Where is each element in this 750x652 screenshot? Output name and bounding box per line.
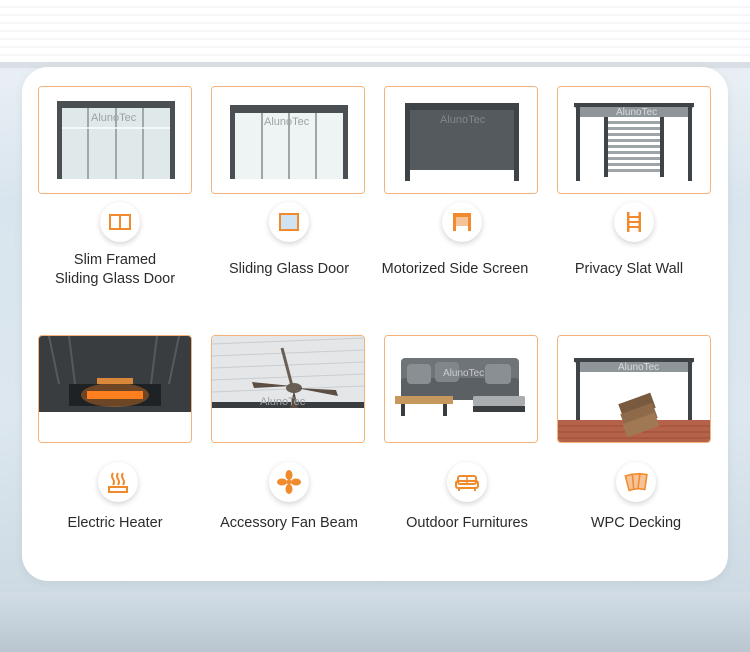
- svg-text:AlunoTec: AlunoTec: [616, 107, 657, 118]
- svg-text:AlunoTec: AlunoTec: [91, 112, 137, 124]
- product-card-slat-wall[interactable]: AlunoTec: [557, 86, 711, 194]
- label-line-1: WPC Decking: [590, 515, 682, 531]
- product-card-side-screen[interactable]: AlunoTec: [384, 86, 538, 194]
- floor-background: [0, 592, 750, 652]
- product-card-fan[interactable]: AlunoTec: [211, 335, 365, 443]
- label-line-1: Accessory Fan Beam: [220, 515, 358, 531]
- product-card-glass-door[interactable]: AlunoTec: [211, 86, 365, 194]
- label-line-1: Motorized Side Screen: [381, 261, 529, 277]
- ceiling-slats: [0, 0, 750, 62]
- slat-wall-icon: [614, 202, 654, 242]
- slim-frame-door-image: AlunoTec: [39, 87, 191, 193]
- label-fan-beam: Accessory Fan Beam: [204, 514, 374, 533]
- slim-frame-icon: [100, 202, 140, 242]
- product-card-slim-frame[interactable]: AlunoTec: [38, 86, 192, 194]
- svg-text:AlunoTec: AlunoTec: [260, 396, 306, 408]
- fan-icon: [269, 462, 309, 502]
- svg-text:AlunoTec: AlunoTec: [264, 116, 310, 128]
- product-card-decking[interactable]: AlunoTec: [557, 335, 711, 443]
- label-side-screen: Motorized Side Screen: [370, 260, 540, 279]
- wpc-decking-image: AlunoTec: [558, 336, 710, 442]
- label-line-1: Electric Heater: [67, 515, 163, 531]
- svg-text:AlunoTec: AlunoTec: [443, 368, 484, 379]
- decking-icon: [616, 462, 656, 502]
- heater-icon: [98, 462, 138, 502]
- label-decking: WPC Decking: [551, 514, 721, 533]
- label-line-2: Sliding Glass Door: [54, 271, 176, 287]
- product-card-heater[interactable]: [38, 335, 192, 443]
- side-screen-image: AlunoTec: [385, 87, 537, 193]
- product-card-furniture[interactable]: AlunoTec: [384, 335, 538, 443]
- heater-image: [39, 336, 191, 442]
- outdoor-furniture-image: AlunoTec: [385, 336, 537, 442]
- glass-door-image: AlunoTec: [212, 87, 364, 193]
- fan-beam-image: AlunoTec: [212, 336, 364, 442]
- sofa-icon: [447, 462, 487, 502]
- label-heater: Electric Heater: [30, 514, 200, 533]
- side-screen-icon: [442, 202, 482, 242]
- svg-text:AlunoTec: AlunoTec: [618, 362, 659, 373]
- label-furniture: Outdoor Furnitures: [382, 514, 552, 533]
- label-slat-wall: Privacy Slat Wall: [544, 260, 714, 279]
- svg-text:AlunoTec: AlunoTec: [440, 114, 486, 126]
- label-line-1: Privacy Slat Wall: [574, 261, 684, 277]
- label-line-1: Outdoor Furnitures: [406, 515, 528, 531]
- label-line-1: Sliding Glass Door: [228, 261, 350, 277]
- glass-door-icon: [269, 202, 309, 242]
- label-line-1: Slim Framed: [73, 252, 157, 268]
- label-glass-door: Sliding Glass Door: [204, 260, 374, 279]
- slat-wall-image: AlunoTec: [558, 87, 710, 193]
- label-slim-frame: Slim Framed Sliding Glass Door: [30, 251, 200, 289]
